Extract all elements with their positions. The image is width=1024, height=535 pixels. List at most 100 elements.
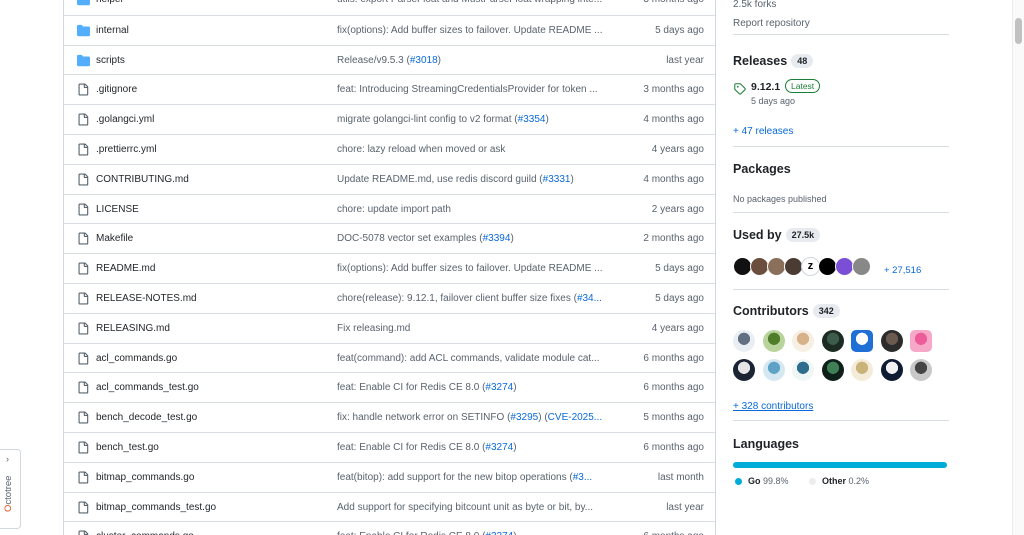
commit-message-link[interactable]: feat: Enable CI for Redis CE 8.0 (#3274) bbox=[337, 442, 617, 453]
contributor-avatar[interactable] bbox=[821, 330, 844, 352]
commit-message-link[interactable]: feat: Enable CI for Redis CE 8.0 (#3274) bbox=[337, 531, 617, 535]
file-name-link[interactable]: bench_test.go bbox=[96, 442, 159, 453]
report-repository-link[interactable]: Report repository bbox=[733, 13, 949, 31]
contributor-avatar[interactable] bbox=[792, 359, 814, 381]
contributor-avatar[interactable] bbox=[733, 330, 755, 352]
file-name-link[interactable]: .prettierrc.yml bbox=[96, 144, 157, 155]
file-name-link[interactable]: cluster_commands.go bbox=[96, 531, 194, 535]
file-name-link[interactable]: bench_decode_test.go bbox=[96, 412, 197, 423]
pull-request-link[interactable]: #3018 bbox=[410, 55, 438, 66]
table-row-file[interactable]: .prettierrc.yml chore: lazy reload when m… bbox=[64, 134, 715, 164]
divider bbox=[733, 289, 949, 290]
file-name-link[interactable]: bitmap_commands_test.go bbox=[96, 502, 216, 513]
page-scrollbar-thumb[interactable] bbox=[1015, 18, 1022, 44]
file-name-link[interactable]: scripts bbox=[96, 55, 125, 66]
table-row-file[interactable]: CONTRIBUTING.md Update README.md, use red… bbox=[64, 163, 715, 194]
pull-request-link[interactable]: #3394 bbox=[483, 233, 511, 244]
commit-message-link[interactable]: DOC-5078 vector set examples (#3394) bbox=[337, 233, 617, 244]
contributor-avatar[interactable] bbox=[910, 359, 932, 381]
file-name-link[interactable]: RELEASE-NOTES.md bbox=[96, 293, 197, 304]
commit-message-link[interactable]: chore: update import path bbox=[337, 204, 617, 215]
table-row-file[interactable]: Makefile DOC-5078 vector set examples (#3… bbox=[64, 223, 715, 253]
language-other[interactable]: Other 0.2% bbox=[809, 476, 869, 486]
commit-message-link[interactable]: Fix releasing.md bbox=[337, 323, 617, 334]
commit-message-link[interactable]: fix(options): Add buffer sizes to failov… bbox=[337, 263, 617, 274]
table-row-file[interactable]: bench_decode_test.go fix: handle network … bbox=[64, 402, 715, 432]
file-name-link[interactable]: helper bbox=[96, 0, 124, 5]
commit-message-link[interactable]: fix(options): Add buffer sizes to failov… bbox=[337, 25, 617, 36]
file-name-link[interactable]: bitmap_commands.go bbox=[96, 472, 194, 483]
table-row-file[interactable]: RELEASING.md Fix releasing.md 4 years ago bbox=[64, 312, 715, 343]
table-row-directory[interactable]: internal fix(options): Add buffer sizes t… bbox=[64, 14, 715, 45]
contributor-avatar[interactable] bbox=[821, 359, 844, 381]
more-releases-link[interactable]: + 47 releases bbox=[733, 121, 949, 139]
file-name-link[interactable]: internal bbox=[96, 25, 129, 36]
commit-message-link[interactable]: Release/v9.5.3 (#3018) bbox=[337, 55, 617, 66]
contributor-avatar[interactable] bbox=[762, 330, 785, 352]
pull-request-link[interactable]: #3274 bbox=[485, 382, 513, 393]
table-row-file[interactable]: LICENSE chore: update import path 2 years … bbox=[64, 193, 715, 224]
file-name-link[interactable]: .gitignore bbox=[96, 84, 137, 95]
table-row-file[interactable]: bitmap_commands_test.go Add support for s… bbox=[64, 491, 715, 522]
commit-message-link[interactable]: feat(bitop): add support for the new bit… bbox=[337, 472, 617, 483]
commit-message-link[interactable]: chore(release): 9.12.1, failover client … bbox=[337, 293, 617, 304]
dependent-avatar[interactable] bbox=[852, 257, 871, 276]
commit-message-link[interactable]: feat: Enable CI for Redis CE 8.0 (#3274) bbox=[337, 382, 617, 393]
cve-link[interactable]: CVE-2025... bbox=[548, 412, 602, 423]
pull-request-link[interactable]: #3274 bbox=[485, 442, 513, 453]
commit-message-link[interactable]: feat: Introducing StreamingCredentialsPr… bbox=[337, 84, 617, 95]
contributor-avatar[interactable] bbox=[880, 359, 903, 381]
file-name-link[interactable]: README.md bbox=[96, 263, 155, 274]
table-row-file[interactable]: README.md fix(options): Add buffer sizes … bbox=[64, 253, 715, 283]
commit-message-link[interactable]: migrate golangci-lint config to v2 forma… bbox=[337, 114, 617, 125]
file-name-link[interactable]: CONTRIBUTING.md bbox=[96, 174, 189, 185]
contributor-avatar[interactable] bbox=[851, 330, 873, 352]
used-by-more-link[interactable]: + 27,516 bbox=[884, 260, 944, 278]
table-row-file[interactable]: bench_test.go feat: Enable CI for Redis C… bbox=[64, 432, 715, 462]
file-name-link[interactable]: RELEASING.md bbox=[96, 323, 170, 334]
table-row-file[interactable]: acl_commands.go feat(command): add ACL co… bbox=[64, 342, 715, 373]
commit-message-link[interactable]: utils: export ParseFloat and MustParseFl… bbox=[337, 0, 617, 5]
file-name-link[interactable]: Makefile bbox=[96, 233, 133, 244]
commit-message-link[interactable]: Add support for specifying bitcount unit… bbox=[337, 502, 617, 513]
table-row-directory[interactable]: helper utils: export ParseFloat and MustP… bbox=[64, 0, 715, 15]
page-scrollbar[interactable] bbox=[1012, 0, 1024, 535]
more-contributors-link[interactable]: + 328 contributors bbox=[733, 396, 949, 414]
file-name-link[interactable]: acl_commands_test.go bbox=[96, 382, 199, 393]
releases-header[interactable]: Releases 48 bbox=[733, 52, 949, 70]
file-icon bbox=[77, 143, 89, 156]
commit-message-link[interactable]: feat(command): add ACL commands, validat… bbox=[337, 353, 617, 364]
pull-request-link[interactable]: #34... bbox=[577, 293, 602, 304]
contributor-avatar[interactable] bbox=[733, 359, 755, 381]
table-row-file[interactable]: bitmap_commands.go feat(bitop): add suppo… bbox=[64, 461, 715, 492]
commit-message-link[interactable]: fix: handle network error on SETINFO (#3… bbox=[337, 412, 617, 423]
table-row-file[interactable]: cluster_commands.go feat: Enable CI for R… bbox=[64, 521, 715, 535]
file-name-link[interactable]: acl_commands.go bbox=[96, 353, 177, 364]
used-by-header[interactable]: Used by 27.5k bbox=[733, 226, 949, 244]
commit-message-link[interactable]: chore: lazy reload when moved or ask bbox=[337, 144, 617, 155]
packages-header[interactable]: Packages bbox=[733, 160, 949, 178]
table-row-file[interactable]: RELEASE-NOTES.md chore(release): 9.12.1, … bbox=[64, 283, 715, 313]
table-row-file[interactable]: .golangci.yml migrate golangci-lint confi… bbox=[64, 104, 715, 134]
contributor-avatar[interactable] bbox=[851, 359, 873, 381]
contributors-header[interactable]: Contributors 342 bbox=[733, 302, 949, 320]
contributor-avatar[interactable] bbox=[910, 330, 932, 352]
table-row-file[interactable]: .gitignore feat: Introducing StreamingCre… bbox=[64, 74, 715, 104]
used-by-count: 27.5k bbox=[785, 227, 821, 242]
pull-request-link[interactable]: #3354 bbox=[518, 114, 546, 125]
contributor-avatar[interactable] bbox=[762, 359, 785, 381]
table-row-directory[interactable]: scripts Release/v9.5.3 (#3018) last year bbox=[64, 44, 715, 75]
file-name-link[interactable]: .golangci.yml bbox=[96, 114, 154, 125]
file-name-link[interactable]: LICENSE bbox=[96, 204, 139, 215]
octotree-toggle[interactable]: › Octotree bbox=[0, 449, 21, 529]
pull-request-link[interactable]: #3295 bbox=[510, 412, 538, 423]
commit-message-link[interactable]: Update README.md, use redis discord guil… bbox=[337, 174, 617, 185]
language-go[interactable]: Go 99.8% bbox=[735, 476, 789, 486]
pull-request-link[interactable]: #3... bbox=[573, 472, 592, 483]
contributor-avatar[interactable] bbox=[880, 330, 903, 352]
contributor-avatar[interactable] bbox=[792, 330, 814, 352]
table-row-file[interactable]: acl_commands_test.go feat: Enable CI for … bbox=[64, 372, 715, 402]
pull-request-link[interactable]: #3331 bbox=[543, 174, 571, 185]
forks-count[interactable]: 2.5k forks bbox=[733, 0, 949, 12]
pull-request-link[interactable]: #3274 bbox=[485, 531, 513, 535]
